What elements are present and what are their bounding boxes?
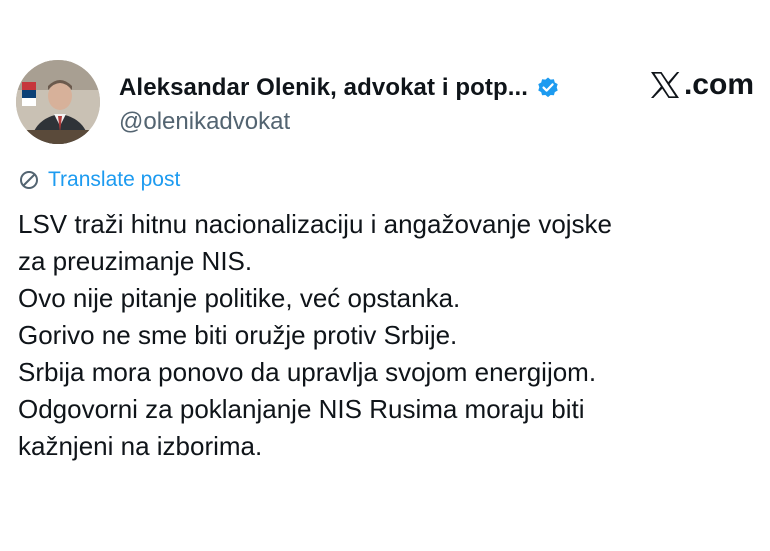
post-line: LSV traži hitnu nacionalizaciju i angažo… — [18, 209, 613, 239]
x-logo-icon — [650, 71, 680, 99]
brand-logo: .com — [650, 68, 754, 102]
post-line: Gorivo ne sme biti oružje protiv Srbije. — [18, 320, 458, 350]
name-row: Aleksandar Olenik, advokat i potp... — [119, 74, 560, 102]
post-line: za preuzimanje NIS. — [18, 246, 253, 276]
author-handle[interactable]: @olenikadvokat — [119, 108, 290, 136]
avatar[interactable] — [16, 60, 100, 144]
author-display-name[interactable]: Aleksandar Olenik, advokat i potp... — [119, 74, 528, 102]
profile-photo — [16, 60, 100, 144]
translate-post-link[interactable]: Translate post — [18, 168, 180, 192]
translate-post-label[interactable]: Translate post — [48, 168, 180, 192]
post-line: Ovo nije pitanje politike, već opstanka. — [18, 283, 461, 313]
post-header: Aleksandar Olenik, advokat i potp... @ol… — [16, 60, 756, 150]
post-line: kažnjeni na izborima. — [18, 431, 263, 461]
post-line: Odgovorni za poklanjanje NIS Rusima mora… — [18, 394, 585, 424]
brand-domain-label: .com — [683, 68, 754, 101]
post-body: LSV traži hitnu nacionalizaciju i angažo… — [18, 206, 758, 465]
verified-badge-icon — [536, 76, 560, 100]
post-line: Srbija mora ponovo da upravlja svojom en… — [18, 357, 597, 387]
translate-globe-icon — [18, 169, 40, 191]
post-card: Aleksandar Olenik, advokat i potp... @ol… — [0, 0, 770, 551]
